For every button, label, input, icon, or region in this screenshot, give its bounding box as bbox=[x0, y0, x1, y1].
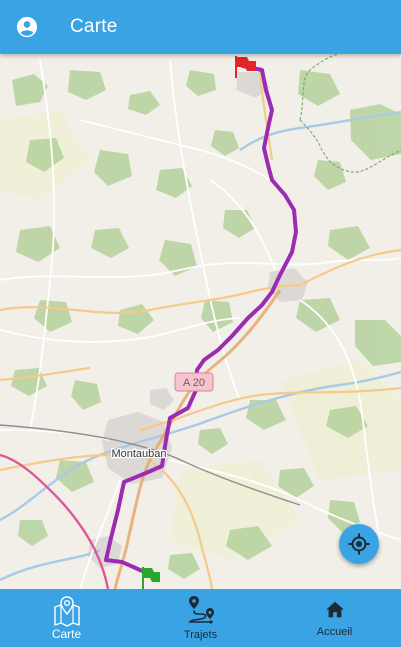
crosshair-gps-icon bbox=[348, 533, 370, 555]
nav-label-carte: Carte bbox=[51, 627, 82, 641]
motorway-shield: A 20 bbox=[174, 372, 214, 392]
city-label: Montauban bbox=[111, 448, 166, 460]
page-title: Carte bbox=[70, 16, 118, 37]
account-button[interactable] bbox=[14, 14, 40, 40]
nav-label-trajets: Trajets bbox=[183, 629, 218, 641]
nav-item-accueil[interactable]: Accueil bbox=[268, 589, 401, 647]
home-icon bbox=[325, 601, 344, 618]
nav-item-trajets[interactable]: Trajets bbox=[134, 589, 267, 647]
map-pin-icon bbox=[53, 596, 80, 627]
motorway-shield-label: A 20 bbox=[183, 377, 205, 389]
nav-label-accueil: Accueil bbox=[316, 626, 353, 638]
bottom-navigation: Carte Trajets Accueil bbox=[0, 589, 401, 647]
account-circle-icon bbox=[16, 16, 38, 38]
map-canvas[interactable]: A 20 Montauban bbox=[0, 54, 401, 589]
route-icon bbox=[188, 596, 214, 624]
nav-item-carte[interactable]: Carte bbox=[0, 589, 133, 647]
locate-me-button[interactable] bbox=[339, 524, 379, 564]
app-bar: Carte bbox=[0, 0, 401, 54]
map-view[interactable]: A 20 Montauban bbox=[0, 54, 401, 589]
